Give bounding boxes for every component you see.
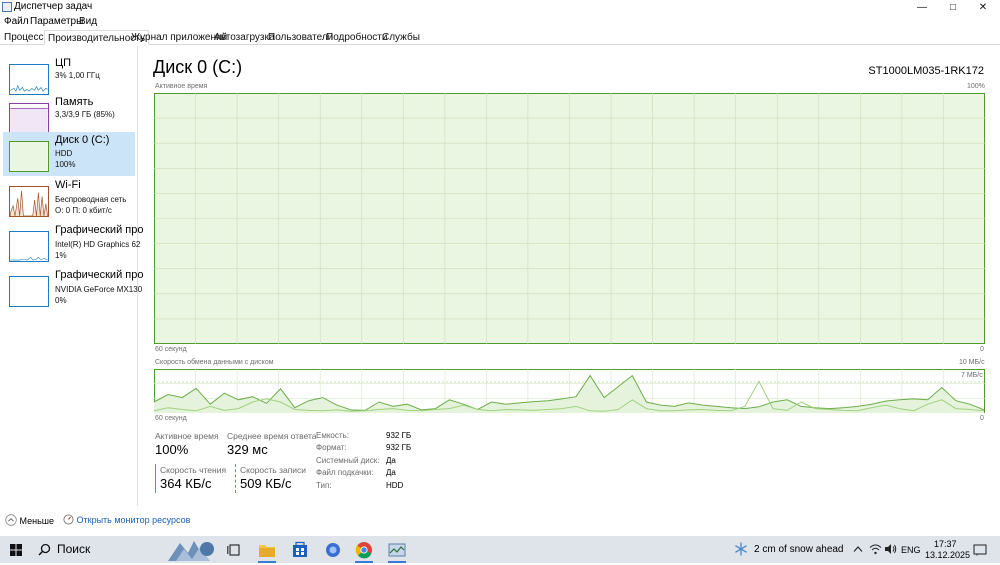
title-bar: Диспетчер задач — □ ✕ xyxy=(0,0,1000,15)
search-icon xyxy=(38,543,51,556)
tab-strip: Процессы Производительность Журнал прило… xyxy=(0,30,1000,45)
disk-thumbnail-graph xyxy=(9,141,49,172)
page-title: Диск 0 (C:) xyxy=(153,57,243,77)
menu-view[interactable]: Вид xyxy=(79,16,97,27)
sidebar-item-detail: Intel(R) HD Graphics 62 xyxy=(55,240,141,249)
fewer-details-button[interactable]: Меньше xyxy=(5,514,54,526)
snowflake-weather-icon[interactable] xyxy=(734,542,748,556)
transfer-chart-label: Скорость обмена данными с диском xyxy=(155,359,274,366)
device-model: ST1000LM035-1RK172 xyxy=(868,65,984,77)
sidebar-item-disk[interactable]: Диск 0 (C:) HDD 100% xyxy=(3,132,135,176)
read-speed-label: Скорость чтения xyxy=(160,465,227,475)
task-manager-icon xyxy=(2,2,12,12)
type-value: HDD xyxy=(386,481,404,490)
chrome-icon[interactable] xyxy=(353,540,375,563)
copilot-icon[interactable] xyxy=(322,540,344,560)
chevron-up-icon[interactable] xyxy=(853,545,863,553)
window-title: Диспетчер задач xyxy=(14,1,93,12)
gpu-intel-thumbnail-graph xyxy=(9,231,49,262)
capacity-value: 932 ГБ xyxy=(386,431,412,440)
page-file-value: Да xyxy=(386,468,396,477)
sidebar-item-title: Wi-Fi xyxy=(55,179,81,191)
sidebar-item-title: Диск 0 (C:) xyxy=(55,134,110,146)
windows-start-icon[interactable] xyxy=(10,544,22,556)
sidebar-item-cpu[interactable]: ЦП 3% 1,00 ГГц xyxy=(3,55,135,99)
system-disk-value: Да xyxy=(386,456,396,465)
sidebar-item-detail: 3% 1,00 ГГц xyxy=(55,71,100,80)
write-speed-label: Скорость записи xyxy=(240,465,307,475)
system-disk-label: Системный диск: xyxy=(316,456,380,465)
active-time-x-right: 0 xyxy=(980,346,984,353)
gpu-nvidia-thumbnail-graph xyxy=(9,276,49,307)
active-time-chart xyxy=(154,93,985,344)
weather-text[interactable]: 2 cm of snow ahead xyxy=(754,544,844,555)
open-resource-monitor-label: Открыть монитор ресурсов xyxy=(76,515,191,525)
write-speed-value: 509 КБ/с xyxy=(240,476,292,491)
sidebar-item-title: Память xyxy=(55,96,94,108)
sidebar-item-title: Графический про xyxy=(55,224,144,236)
transfer-rate-chart xyxy=(154,369,985,413)
menu-options[interactable]: Параметры xyxy=(30,16,83,27)
resource-monitor-icon xyxy=(63,514,74,525)
task-view-icon[interactable] xyxy=(227,543,241,557)
volume-icon[interactable] xyxy=(884,543,897,555)
menu-file[interactable]: Файл xyxy=(4,16,29,27)
sidebar-item-detail: 3,3/3,9 ГБ (85%) xyxy=(55,110,115,119)
store-icon[interactable] xyxy=(289,540,311,560)
sidebar: ЦП 3% 1,00 ГГц Память 3,3/3,9 ГБ (85%) Д… xyxy=(0,46,143,506)
transfer-x-left: 60 секунд xyxy=(155,415,187,422)
chevron-up-icon xyxy=(5,514,17,526)
fewer-details-label: Меньше xyxy=(19,516,55,526)
memory-thumbnail-graph xyxy=(9,103,49,134)
sidebar-item-detail: HDD xyxy=(55,149,73,158)
sidebar-item-title: Графический про xyxy=(55,269,144,281)
read-speed-bar xyxy=(155,464,156,493)
sidebar-item-wifi[interactable]: Wi-Fi Беспроводная сеть О: 0 П: 0 кбит/с xyxy=(3,177,135,221)
active-time-chart-label: Активное время xyxy=(155,83,208,90)
search-placeholder: Поиск xyxy=(57,542,91,556)
active-time-label: Активное время xyxy=(155,431,219,441)
type-label: Тип: xyxy=(316,481,332,490)
capacity-label: Емкость: xyxy=(316,431,349,440)
transfer-chart-max: 10 МБ/с xyxy=(959,359,985,366)
minimize-button[interactable]: — xyxy=(907,0,937,15)
avg-response-label: Среднее время ответа xyxy=(227,431,317,441)
format-label: Формат: xyxy=(316,443,347,452)
format-value: 932 ГБ xyxy=(386,443,412,452)
sidebar-item-gpu-intel[interactable]: Графический про Intel(R) HD Graphics 62 … xyxy=(3,222,143,266)
close-button[interactable]: ✕ xyxy=(968,0,998,15)
sidebar-item-detail: 1% xyxy=(55,251,67,260)
open-resource-monitor-link[interactable]: Открыть монитор ресурсов xyxy=(63,514,190,525)
write-speed-bar xyxy=(235,464,236,493)
sidebar-item-detail: NVIDIA GeForce MX130 xyxy=(55,285,143,294)
language-indicator[interactable]: ENG xyxy=(901,545,921,555)
transfer-chart-inner-label: 7 МБ/с xyxy=(961,372,983,379)
search-highlight-icon xyxy=(168,541,214,561)
sidebar-item-detail: О: 0 П: 0 кбит/с xyxy=(55,206,112,215)
page-file-label: Файл подкачки: xyxy=(316,468,374,477)
wifi-icon[interactable] xyxy=(869,543,882,555)
sidebar-item-detail: 100% xyxy=(55,160,76,169)
sidebar-item-detail: Беспроводная сеть xyxy=(55,195,127,204)
tab-services[interactable]: Службы xyxy=(379,30,423,45)
sidebar-item-gpu-nvidia[interactable]: Графический про NVIDIA GeForce MX130 0% xyxy=(3,267,143,311)
avg-response-value: 329 мс xyxy=(227,442,268,457)
transfer-x-right: 0 xyxy=(980,415,984,422)
read-speed-value: 364 КБ/с xyxy=(160,476,212,491)
active-time-x-left: 60 секунд xyxy=(155,346,187,353)
clock-date[interactable]: 13.12.2025 xyxy=(925,550,970,560)
cpu-thumbnail-graph xyxy=(9,64,49,95)
taskbar: Поиск 2 cm of snow ahead ENG 17:37 13.12… xyxy=(0,536,1000,563)
sidebar-item-detail: 0% xyxy=(55,296,67,305)
sidebar-item-title: ЦП xyxy=(55,57,72,69)
task-manager-taskbar-icon[interactable] xyxy=(386,540,408,563)
wifi-thumbnail-graph xyxy=(9,186,49,217)
file-explorer-icon[interactable] xyxy=(256,540,278,563)
taskbar-search-box[interactable]: Поиск xyxy=(32,536,216,563)
notifications-icon[interactable] xyxy=(973,544,987,556)
active-time-chart-max: 100% xyxy=(967,83,985,90)
maximize-button[interactable]: □ xyxy=(938,0,968,15)
active-time-value: 100% xyxy=(155,442,189,457)
clock-time[interactable]: 17:37 xyxy=(934,539,957,549)
